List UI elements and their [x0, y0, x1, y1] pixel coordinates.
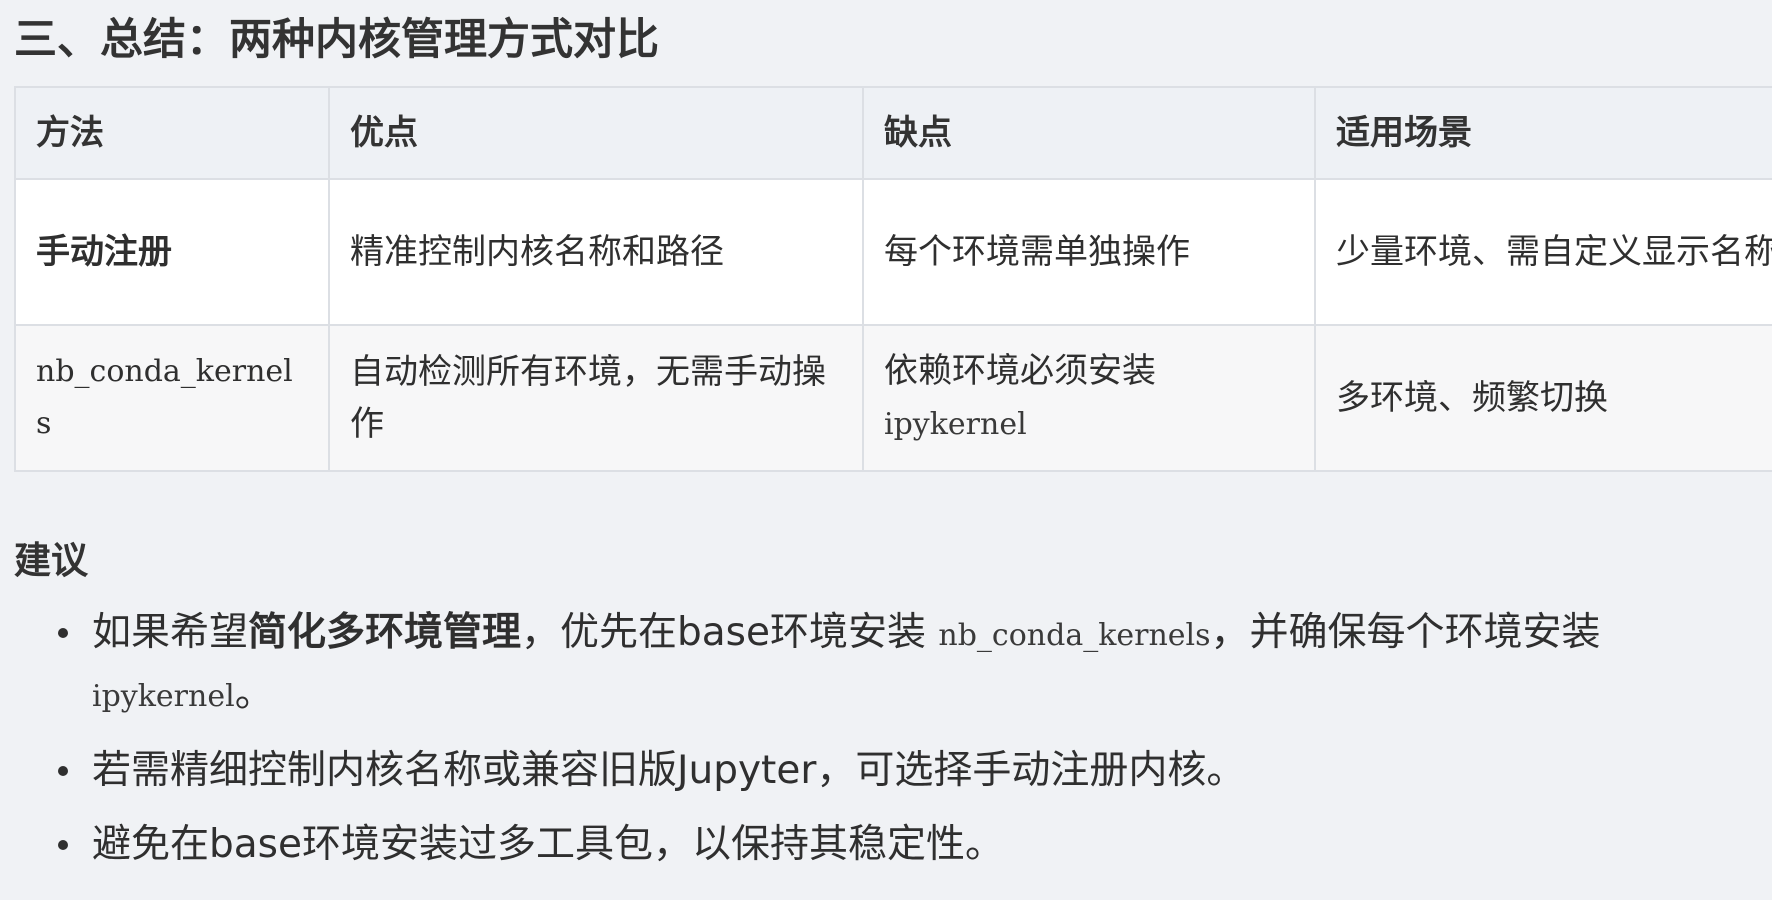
cell-scenario: 少量环境、需自定义显示名称: [1314, 178, 1772, 326]
advice-heading: 建议: [14, 539, 88, 582]
advice-list: 如果希望简化多环境管理，优先在base环境安装 nb_conda_kernels…: [14, 604, 1612, 890]
comparison-table: 方法 优点 缺点 适用场景 手动注册 精准控制内核名称和路径 每个环境需单独操作…: [14, 86, 1772, 472]
section-title: 三、总结：两种内核管理方式对比: [14, 15, 659, 65]
inline-code: ipykernel: [92, 679, 235, 714]
bullet-icon: [58, 628, 68, 638]
cell-cons: 依赖环境必须安装 ipykernel: [862, 324, 1316, 472]
cell-cons: 每个环境需单独操作: [862, 178, 1316, 326]
inline-code: ipykernel: [884, 407, 1027, 442]
cell-pros: 精准控制内核名称和路径: [328, 178, 864, 326]
cell-method-code: nb_conda_kernels: [14, 324, 330, 472]
inline-code: nb_conda_kernels: [938, 618, 1211, 653]
cell-pros: 自动检测所有环境，无需手动操作: [328, 324, 864, 472]
bullet-icon: [58, 840, 68, 850]
cell-cons-text: 依赖环境必须安装: [884, 351, 1156, 391]
cell-scenario: 多环境、频繁切换: [1314, 324, 1772, 472]
table-header-row: 方法 优点 缺点 适用场景: [14, 86, 1772, 180]
table-row: nb_conda_kernels 自动检测所有环境，无需手动操作 依赖环境必须安…: [14, 324, 1772, 472]
table-row: 手动注册 精准控制内核名称和路径 每个环境需单独操作 少量环境、需自定义显示名称: [14, 178, 1772, 326]
list-item: 避免在base环境安装过多工具包，以保持其稳定性。: [58, 816, 1612, 874]
header-pros: 优点: [328, 86, 864, 180]
text-span: 如果希望: [92, 610, 249, 655]
header-scenario: 适用场景: [1314, 86, 1772, 180]
list-item-text: 若需精细控制内核名称或兼容旧版Jupyter，可选择手动注册内核。: [92, 748, 1246, 793]
text-span: ，并确保每个环境安装: [1210, 610, 1601, 655]
bullet-icon: [58, 766, 68, 776]
header-method: 方法: [14, 86, 330, 180]
list-item-text: 避免在base环境安装过多工具包，以保持其稳定性。: [92, 822, 1004, 867]
header-cons: 缺点: [862, 86, 1316, 180]
list-item: 若需精细控制内核名称或兼容旧版Jupyter，可选择手动注册内核。: [58, 742, 1612, 800]
text-span: ，优先在base环境安装: [521, 610, 939, 655]
text-span: 。: [234, 671, 274, 716]
bold-text: 简化多环境管理: [248, 610, 522, 655]
cell-method: 手动注册: [14, 178, 330, 326]
list-item: 如果希望简化多环境管理，优先在base环境安装 nb_conda_kernels…: [58, 604, 1612, 726]
